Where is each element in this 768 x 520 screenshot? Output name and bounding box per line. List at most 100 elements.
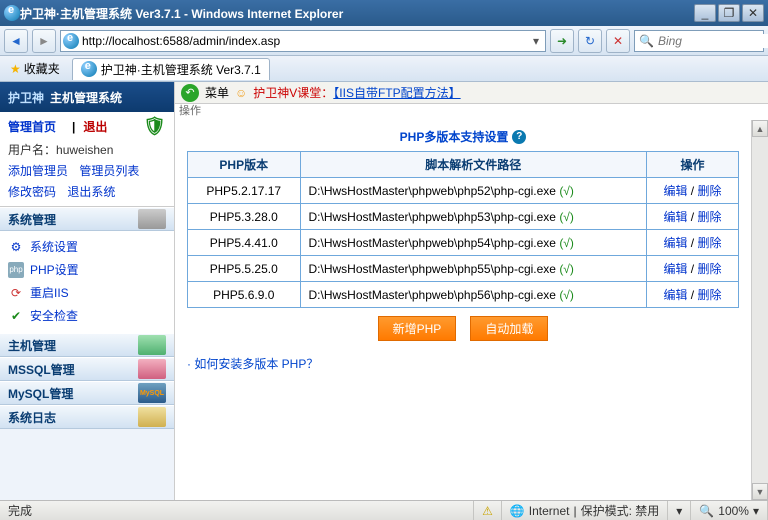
- close-button[interactable]: ✕: [742, 4, 764, 22]
- delete-link[interactable]: 删除: [697, 184, 721, 198]
- cell-version: PHP5.6.9.0: [188, 282, 301, 308]
- ok-icon: (√): [559, 262, 574, 276]
- gear-icon: ⚙: [8, 239, 24, 255]
- cell-version: PHP5.4.41.0: [188, 230, 301, 256]
- stop-button[interactable]: ✕: [606, 29, 630, 53]
- edit-link[interactable]: 编辑: [663, 184, 687, 198]
- delete-link[interactable]: 删除: [697, 236, 721, 250]
- ok-icon: (√): [559, 236, 574, 250]
- zoom-control[interactable]: 🔍 100% ▾: [691, 501, 768, 520]
- delete-link[interactable]: 删除: [697, 210, 721, 224]
- exit-system-link[interactable]: 退出系统: [67, 185, 115, 199]
- sidebar: 护卫神 主机管理系统 管理首页 | 退出 🛡 用户名：huweishen 添加管…: [0, 82, 175, 500]
- refresh-button[interactable]: ↻: [578, 29, 602, 53]
- col-action: 操作: [646, 152, 738, 178]
- edit-link[interactable]: 编辑: [663, 210, 687, 224]
- favorites-button[interactable]: ★ 收藏夹: [4, 58, 66, 79]
- col-path: 脚本解析文件路径: [300, 152, 646, 178]
- add-php-button[interactable]: 新增PHP: [378, 316, 457, 341]
- vertical-scrollbar[interactable]: ▲ ▼: [751, 120, 768, 500]
- section-log[interactable]: 系统日志: [0, 405, 174, 429]
- logout-link[interactable]: 退出: [83, 118, 107, 135]
- brand-subtitle: 主机管理系统: [50, 89, 122, 106]
- admin-home-link[interactable]: 管理首页: [8, 118, 56, 135]
- page-content: 护卫神 主机管理系统 管理首页 | 退出 🛡 用户名：huweishen 添加管…: [0, 82, 768, 500]
- go-button[interactable]: ➜: [550, 29, 574, 53]
- table-row: PHP5.6.9.0D:\HwsHostMaster\phpweb\php56\…: [188, 282, 739, 308]
- section-mysql-label: MySQL管理: [8, 385, 73, 402]
- username-label: 用户名：: [8, 143, 56, 157]
- address-bar[interactable]: ▾: [60, 30, 546, 52]
- tab-bar: ★ 收藏夹 护卫神·主机管理系统 Ver3.7.1: [0, 56, 768, 82]
- edit-link[interactable]: 编辑: [663, 236, 687, 250]
- menu-restart-iis[interactable]: ⟳重启IIS: [4, 281, 170, 304]
- tab-title: 护卫神·主机管理系统 Ver3.7.1: [101, 61, 261, 78]
- section-host[interactable]: 主机管理: [0, 333, 174, 357]
- delete-link[interactable]: 删除: [697, 288, 721, 302]
- php-icon: php: [8, 262, 24, 278]
- status-extra[interactable]: ▾: [668, 501, 691, 520]
- restore-button[interactable]: ❐: [718, 4, 740, 22]
- auto-load-button[interactable]: 自动加载: [470, 316, 548, 341]
- forward-button[interactable]: ►: [32, 29, 56, 53]
- cell-action: 编辑 / 删除: [646, 204, 738, 230]
- cell-action: 编辑 / 删除: [646, 256, 738, 282]
- browser-tab[interactable]: 护卫神·主机管理系统 Ver3.7.1: [72, 58, 270, 80]
- log-icon: [138, 407, 166, 427]
- promo-link[interactable]: 【IIS自带FTP配置方法】: [333, 86, 460, 100]
- table-row: PHP5.5.25.0D:\HwsHostMaster\phpweb\php55…: [188, 256, 739, 282]
- menu-security-check[interactable]: ✔安全检查: [4, 304, 170, 327]
- panel-title: PHP多版本支持设置 ?: [187, 128, 739, 145]
- status-done: 完成: [8, 502, 32, 519]
- edit-link[interactable]: 编辑: [663, 262, 687, 276]
- cell-action: 编辑 / 删除: [646, 282, 738, 308]
- url-input[interactable]: [82, 32, 529, 50]
- cell-path: D:\HwsHostMaster\phpweb\php54\php-cgi.ex…: [300, 230, 646, 256]
- help-link[interactable]: · 如何安装多版本 PHP？: [187, 357, 318, 371]
- add-admin-link[interactable]: 添加管理员: [8, 164, 68, 178]
- help-icon[interactable]: ?: [512, 130, 526, 144]
- brand-header: 护卫神 主机管理系统: [0, 82, 174, 112]
- admin-list-link[interactable]: 管理员列表: [79, 164, 139, 178]
- ok-icon: (√): [559, 184, 574, 198]
- smile-icon: ☺: [235, 86, 247, 100]
- tab-page-icon: [81, 61, 97, 77]
- cell-path: D:\HwsHostMaster\phpweb\php55\php-cgi.ex…: [300, 256, 646, 282]
- globe-icon: 🌐: [510, 504, 525, 518]
- ok-icon: (√): [559, 288, 574, 302]
- table-row: PHP5.4.41.0D:\HwsHostMaster\phpweb\php54…: [188, 230, 739, 256]
- nav-toolbar: ◄ ► ▾ ➜ ↻ ✕ 🔍: [0, 26, 768, 56]
- menu-php-settings[interactable]: phpPHP设置: [4, 258, 170, 281]
- scroll-up-icon[interactable]: ▲: [752, 120, 768, 137]
- mysql-icon: MySQL: [138, 383, 166, 403]
- section-mysql[interactable]: MySQL管理 MySQL: [0, 381, 174, 405]
- section-system[interactable]: 系统管理: [0, 207, 174, 231]
- section-mssql[interactable]: MSSQL管理: [0, 357, 174, 381]
- search-input[interactable]: [658, 34, 768, 48]
- host-icon: [138, 335, 166, 355]
- search-box[interactable]: 🔍: [634, 30, 764, 52]
- url-dropdown-icon[interactable]: ▾: [529, 34, 543, 48]
- shield-icon: 🛡: [143, 116, 166, 137]
- php-versions-table: PHP版本 脚本解析文件路径 操作 PHP5.2.17.17D:\HwsHost…: [187, 151, 739, 308]
- edit-link[interactable]: 编辑: [663, 288, 687, 302]
- section-system-label: 系统管理: [8, 211, 56, 228]
- section-log-label: 系统日志: [8, 409, 56, 426]
- menu-system-settings[interactable]: ⚙系统设置: [4, 235, 170, 258]
- section-host-label: 主机管理: [8, 337, 56, 354]
- back-button[interactable]: ◄: [4, 29, 28, 53]
- promo-text: 护卫神V课堂：【IIS自带FTP配置方法】: [253, 84, 460, 101]
- change-password-link[interactable]: 修改密码: [8, 185, 56, 199]
- menu-label: 菜单: [205, 84, 229, 101]
- minimize-button[interactable]: _: [694, 4, 716, 22]
- cell-version: PHP5.2.17.17: [188, 178, 301, 204]
- scroll-track[interactable]: [752, 137, 768, 483]
- cell-path: D:\HwsHostMaster\phpweb\php52\php-cgi.ex…: [300, 178, 646, 204]
- delete-link[interactable]: 删除: [697, 262, 721, 276]
- scroll-down-icon[interactable]: ▼: [752, 483, 768, 500]
- search-icon: 🔍: [639, 34, 654, 48]
- operation-label: 操作: [179, 102, 768, 118]
- mssql-icon: [138, 359, 166, 379]
- cell-version: PHP5.5.25.0: [188, 256, 301, 282]
- back-icon[interactable]: ↶: [181, 84, 199, 102]
